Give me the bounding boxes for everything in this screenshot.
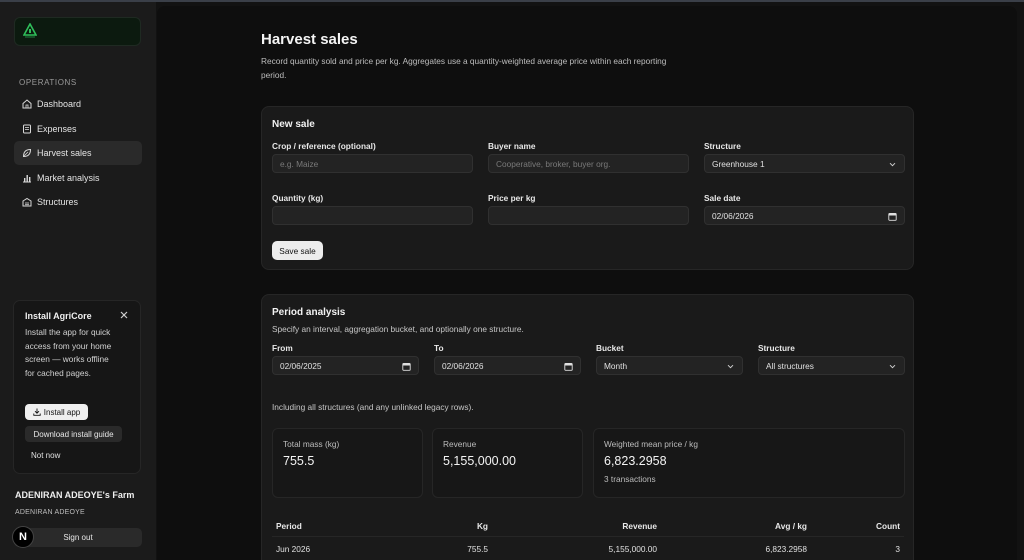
cell-kg: 755.5: [467, 544, 488, 554]
page-title: Harvest sales: [261, 31, 358, 48]
from-date-input[interactable]: 02/06/2025: [272, 356, 419, 375]
sidebar-item-expenses[interactable]: Expenses: [14, 117, 142, 141]
structure-label: Structure: [704, 141, 741, 151]
new-sale-title: New sale: [272, 119, 315, 130]
install-app-label: Install app: [43, 407, 81, 417]
col-header-period: Period: [276, 521, 302, 531]
sidebar-item-label: Harvest sales: [37, 148, 92, 159]
chevron-down-icon: [889, 364, 896, 369]
bucket-select[interactable]: Month: [596, 356, 743, 375]
chevron-down-icon: [889, 162, 896, 167]
analysis-structure-label: Structure: [758, 343, 795, 353]
install-app-button[interactable]: Install app: [25, 404, 88, 420]
new-sale-card: New sale Crop / reference (optional) e.g…: [261, 106, 914, 270]
install-card-description: Install the app for quick access from yo…: [25, 327, 112, 378]
sidebar: OPERATIONS Dashboard Expenses Harvest sa…: [0, 2, 156, 560]
weighted-price-value: 6,823.2958: [604, 454, 667, 468]
analysis-structure-value: All structures: [766, 360, 814, 371]
calendar-icon[interactable]: [888, 212, 897, 221]
to-date-input[interactable]: 02/06/2026: [434, 356, 581, 375]
sale-date-label: Sale date: [704, 193, 741, 203]
transaction-count: 3 transactions: [604, 474, 656, 484]
period-analysis-title: Period analysis: [272, 307, 346, 318]
col-header-avg-kg: Avg / kg: [775, 521, 807, 531]
price-input[interactable]: [488, 206, 689, 225]
leaf-icon: [22, 149, 32, 158]
chevron-down-icon: [727, 364, 734, 369]
weighted-price-card: Weighted mean price / kg 6,823.2958 3 tr…: [593, 428, 905, 498]
avatar[interactable]: N: [12, 526, 34, 548]
col-header-kg: Kg: [476, 521, 488, 531]
close-icon[interactable]: [119, 310, 129, 320]
quantity-label: Quantity (kg): [272, 193, 324, 203]
scope-note: Including all structures (and any unlink…: [272, 402, 474, 412]
total-mass-card: Total mass (kg) 755.5: [272, 428, 423, 498]
sidebar-item-structures[interactable]: Structures: [14, 190, 142, 214]
period-analysis-card: Period analysis Specify an interval, agg…: [261, 294, 914, 560]
sale-date-input[interactable]: 02/06/2026: [704, 206, 905, 225]
calendar-icon[interactable]: [402, 362, 411, 371]
crop-input[interactable]: e.g. Maize: [272, 154, 473, 173]
col-header-revenue: Revenue: [622, 521, 657, 531]
sale-date-value: 02/06/2026: [712, 210, 754, 221]
total-mass-label: Total mass (kg): [283, 439, 340, 449]
sidebar-item-dashboard[interactable]: Dashboard: [14, 92, 142, 116]
cell-period: Jun 2026: [276, 544, 311, 554]
warehouse-icon: [22, 198, 32, 207]
period-analysis-subtitle: Specify an interval, aggregation bucket,…: [272, 324, 524, 334]
weighted-price-label: Weighted mean price / kg: [604, 439, 698, 449]
owner-name: ADENIRAN ADEOYE: [15, 509, 85, 516]
sidebar-item-label: Market analysis: [37, 172, 100, 183]
brand-logo[interactable]: [14, 17, 141, 46]
agricore-logo-icon: [23, 23, 37, 38]
price-label: Price per kg: [488, 193, 536, 203]
download-icon: [33, 408, 41, 416]
not-now-button[interactable]: Not now: [31, 451, 60, 460]
revenue-card: Revenue 5,155,000.00: [432, 428, 583, 498]
structure-select-value: Greenhouse 1: [712, 158, 765, 169]
farm-name: ADENIRAN ADEOYE's Farm: [15, 490, 135, 500]
home-icon: [22, 99, 32, 109]
total-mass-value: 755.5: [283, 454, 315, 468]
sidebar-item-label: Dashboard: [37, 99, 82, 109]
from-label: From: [272, 343, 293, 353]
buyer-input[interactable]: Cooperative, broker, buyer org.: [488, 154, 689, 173]
cell-avg-kg: 6,823.2958: [765, 544, 807, 554]
bucket-select-value: Month: [604, 360, 628, 371]
bar-chart-icon: [23, 174, 31, 183]
to-label: To: [434, 343, 444, 353]
analysis-structure-select[interactable]: All structures: [758, 356, 905, 375]
to-date-value: 02/06/2026: [442, 360, 484, 371]
calendar-icon[interactable]: [564, 362, 573, 371]
page-description: Record quantity sold and price per kg. A…: [261, 56, 667, 80]
bucket-label: Bucket: [596, 343, 624, 353]
sidebar-nav: Dashboard Expenses Harvest sales Market …: [14, 92, 142, 215]
quantity-input[interactable]: [272, 206, 473, 225]
main-content: Harvest sales Record quantity sold and p…: [157, 6, 1017, 560]
from-date-value: 02/06/2025: [280, 360, 322, 371]
revenue-value: 5,155,000.00: [443, 454, 516, 468]
install-app-card: Install AgriCore Install the app for qui…: [13, 300, 141, 474]
crop-label: Crop / reference (optional): [272, 141, 376, 151]
save-sale-button[interactable]: Save sale: [272, 241, 323, 260]
cell-count: 3: [895, 544, 900, 554]
install-card-title: Install AgriCore: [25, 311, 92, 321]
buyer-label: Buyer name: [488, 141, 536, 151]
sidebar-item-label: Structures: [37, 197, 79, 208]
revenue-label: Revenue: [443, 439, 477, 449]
table-header-divider: [272, 536, 904, 537]
structure-select[interactable]: Greenhouse 1: [704, 154, 905, 173]
sidebar-item-label: Expenses: [37, 123, 77, 134]
sidebar-item-harvest-sales[interactable]: Harvest sales: [14, 141, 142, 166]
col-header-count: Count: [876, 521, 900, 531]
cell-revenue: 5,155,000.00: [608, 544, 657, 554]
sidebar-item-market-analysis[interactable]: Market analysis: [14, 166, 142, 190]
receipt-icon: [23, 124, 31, 134]
nav-section-label: OPERATIONS: [19, 78, 77, 87]
download-install-guide-button[interactable]: Download install guide: [25, 426, 122, 442]
